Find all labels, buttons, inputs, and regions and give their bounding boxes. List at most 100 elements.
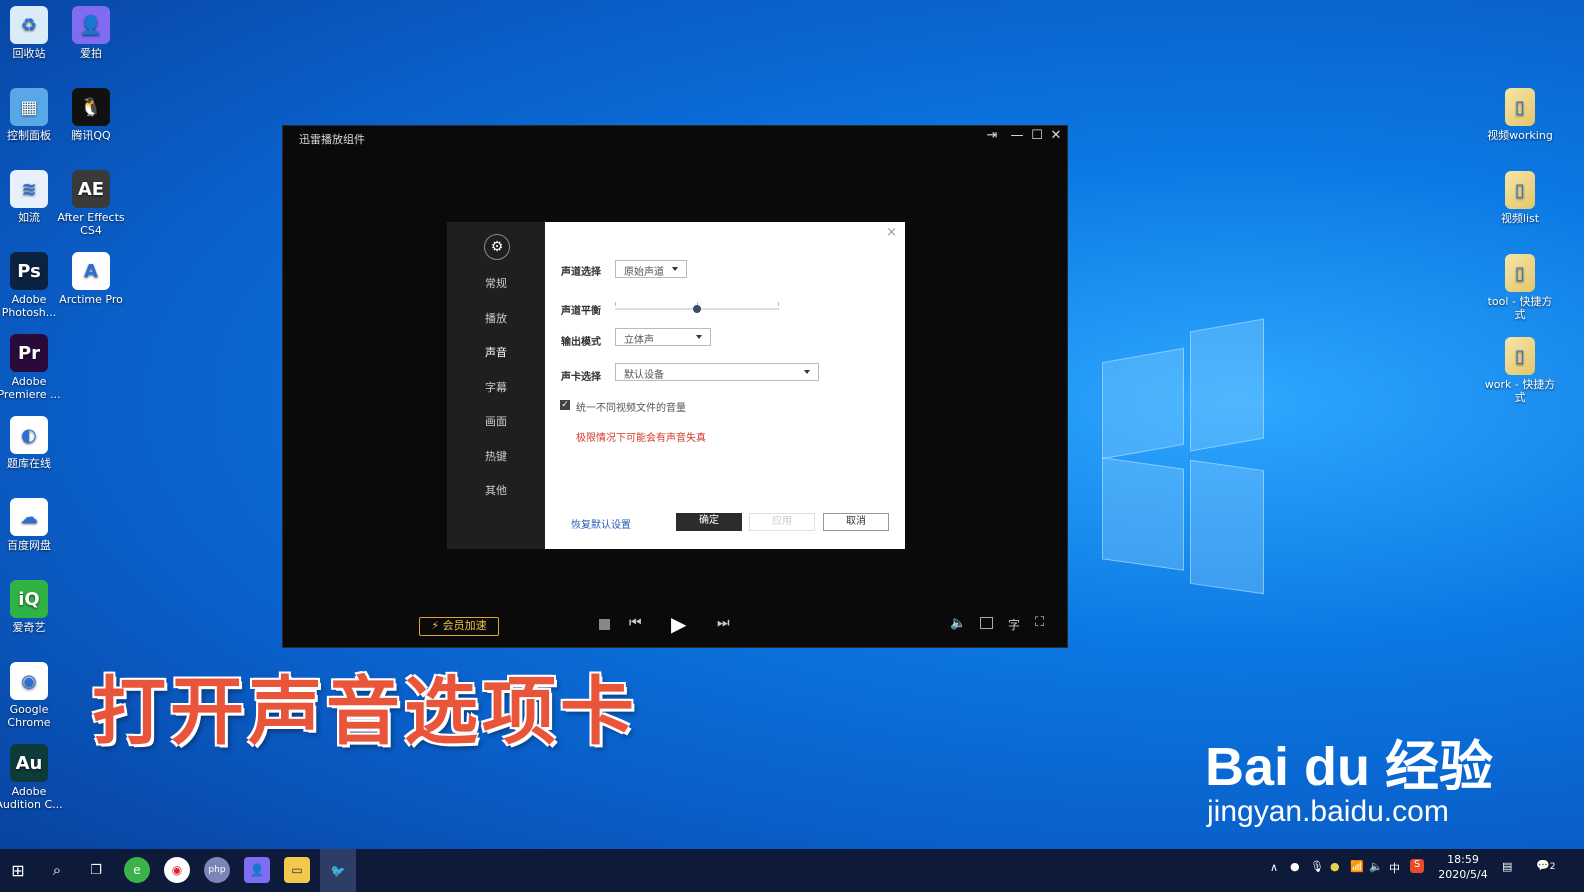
next-icon[interactable]: ⏭ <box>717 615 730 631</box>
control-panel-icon: ▦ <box>10 88 48 126</box>
chevron-down-icon <box>804 370 810 374</box>
sound-card-value: 默认设备 <box>624 370 664 381</box>
desktop-icon[interactable]: 🐧 腾讯QQ <box>55 88 127 142</box>
search-icon[interactable]: ⌕ <box>44 857 70 883</box>
fullscreen-icon[interactable]: ⛶ <box>1035 615 1044 630</box>
apply-button[interactable]: 应用 <box>749 513 815 531</box>
aipai-taskbar-icon[interactable]: 👤 <box>244 857 270 883</box>
app-green-icon[interactable]: e <box>124 857 150 883</box>
network-icon[interactable]: 📶 <box>1350 860 1364 873</box>
baidu-logo-text: Bai du 经验 <box>1205 737 1494 797</box>
desktop-icon-label: 题库在线 <box>7 457 51 470</box>
chrome-taskbar-icon[interactable]: ◉ <box>164 857 190 883</box>
tray-app-icon[interactable]: ● <box>1290 860 1300 873</box>
start-icon[interactable]: ⊞ <box>5 857 31 883</box>
desktop-icon-label: work - 快捷方式 <box>1484 378 1556 404</box>
subtitle-icon[interactable]: 字 <box>1008 616 1020 633</box>
php-icon[interactable]: php <box>204 857 230 883</box>
settings-nav-item[interactable]: 画面 <box>447 413 545 429</box>
volume-icon[interactable]: 🔈 <box>950 616 966 631</box>
desktop-icon[interactable]: ☁ 百度网盘 <box>0 498 65 552</box>
photoshop-icon: Ps <box>10 252 48 290</box>
desktop-icon-label: 爱拍 <box>80 47 102 60</box>
sogou-icon[interactable]: S <box>1410 859 1424 873</box>
tray-yellow-icon[interactable]: ● <box>1330 860 1340 873</box>
desktop-icon-label: 视频working <box>1487 129 1553 142</box>
clock-date: 2020/5/4 <box>1438 868 1488 881</box>
desktop-icon[interactable]: ◐ 题库在线 <box>0 416 65 470</box>
baidu-netdisk-icon: ☁ <box>10 498 48 536</box>
clock[interactable]: 18:59 2020/5/4 <box>1438 852 1488 882</box>
recycle-bin-icon: ♻ <box>10 6 48 44</box>
sound-card-select[interactable]: 默认设备 <box>615 363 819 381</box>
desktop-icon[interactable]: AE After Effects CS4 <box>55 170 127 237</box>
speaker-icon[interactable]: 🔈 <box>1369 860 1383 873</box>
desktop-icon[interactable]: ▯ tool - 快捷方式 <box>1484 254 1556 321</box>
settings-nav-item[interactable]: 热键 <box>447 448 545 464</box>
desktop-icon[interactable]: ▯ 视频working <box>1484 88 1556 142</box>
desktop-icon-label: 百度网盘 <box>7 539 51 552</box>
screen-ratio-icon[interactable] <box>980 617 993 629</box>
ime-indicator[interactable]: 中 <box>1389 860 1400 876</box>
folder-shortcut-icon: ▯ <box>1505 254 1535 292</box>
unify-volume-label: 统一不同视频文件的音量 <box>576 403 686 414</box>
chrome-icon: ◉ <box>10 662 48 700</box>
taskbar: ⊞ ⌕ ❐ e ◉ php 👤 ▭ 🐦 ∧ ● 🎙 ● 📶 🔈 中 S 18:5… <box>0 849 1584 892</box>
folder-shortcut-icon: ▯ <box>1505 337 1535 375</box>
restore-defaults-link[interactable]: 恢复默认设置 <box>571 516 631 531</box>
settings-nav-item[interactable]: 播放 <box>447 310 545 326</box>
previous-icon[interactable]: ⏮ <box>629 615 642 631</box>
desktop-icon-label: 爱奇艺 <box>12 621 46 634</box>
desktop-icon[interactable]: 👤 爱拍 <box>55 6 127 60</box>
stop-icon[interactable] <box>599 619 610 630</box>
dialog-close-icon[interactable]: × <box>886 225 897 240</box>
ok-button[interactable]: 确定 <box>676 513 742 531</box>
pin-icon[interactable]: ⇥ <box>983 128 1001 143</box>
tutorial-caption: 打开声音选项卡 <box>92 669 638 755</box>
maximize-button[interactable]: ☐ <box>1028 128 1046 143</box>
desktop-icon[interactable]: Pr Adobe Premiere ... <box>0 334 65 401</box>
cancel-button[interactable]: 取消 <box>823 513 889 531</box>
tiku-icon: ◐ <box>10 416 48 454</box>
task-view-icon[interactable]: ❐ <box>83 857 109 883</box>
arctime-icon: A <box>72 252 110 290</box>
output-mode-label: 输出模式 <box>561 337 601 348</box>
play-icon[interactable]: ▶ <box>671 612 686 636</box>
output-mode-select[interactable]: 立体声 <box>615 328 711 346</box>
channel-label: 声道选择 <box>561 267 601 278</box>
desktop-icon-label: Arctime Pro <box>59 293 123 306</box>
chevron-down-icon <box>696 335 702 339</box>
close-button[interactable]: ✕ <box>1047 128 1065 143</box>
slider-thumb[interactable] <box>693 305 701 313</box>
file-explorer-icon[interactable]: ▭ <box>284 857 310 883</box>
distortion-warning: 极限情况下可能会有声音失真 <box>576 433 706 444</box>
clock-time: 18:59 <box>1447 853 1479 866</box>
minimize-button[interactable]: — <box>1008 128 1026 143</box>
balance-slider[interactable] <box>615 302 779 316</box>
desktop-icon[interactable]: ◉ Google Chrome <box>0 662 65 729</box>
settings-nav-item[interactable]: 其他 <box>447 482 545 498</box>
desktop-icon-label: 视频list <box>1500 212 1540 225</box>
desktop-icon[interactable]: A Arctime Pro <box>55 252 127 306</box>
balance-label: 声道平衡 <box>561 306 601 317</box>
chevron-up-icon[interactable]: ∧ <box>1270 861 1278 874</box>
settings-panel: × 声道选择 原始声道 声道平衡 输出模式 立体声 声卡选择 默认设备 ✓ 统一… <box>545 222 905 549</box>
desktop-icon[interactable]: ▯ 视频list <box>1484 171 1556 225</box>
settings-nav-item[interactable]: 字幕 <box>447 379 545 395</box>
settings-nav-item[interactable]: 声音 <box>447 344 545 360</box>
desktop-icon-label: tool - 快捷方式 <box>1487 295 1553 321</box>
vip-speedup-button[interactable]: ⚡ 会员加速 <box>419 617 499 636</box>
xunlei-taskbar-icon[interactable]: 🐦 <box>320 849 356 892</box>
desktop-icon-label: Google Chrome <box>7 703 51 729</box>
desktop-icon-label: Adobe Audition C... <box>0 785 63 811</box>
microphone-icon[interactable]: 🎙 <box>1310 860 1324 873</box>
notes-icon[interactable]: ▤ <box>1502 860 1512 873</box>
desktop-icon[interactable]: Au Adobe Audition C... <box>0 744 65 811</box>
action-center-icon[interactable]: 💬2 <box>1536 859 1555 872</box>
desktop-icon[interactable]: iQ 爱奇艺 <box>0 580 65 634</box>
desktop-icon[interactable]: ▯ work - 快捷方式 <box>1484 337 1556 404</box>
unify-volume-checkbox[interactable]: ✓ <box>560 400 570 410</box>
channel-select[interactable]: 原始声道 <box>615 260 687 278</box>
settings-nav-item[interactable]: 常规 <box>447 275 545 291</box>
channel-value: 原始声道 <box>624 267 664 278</box>
